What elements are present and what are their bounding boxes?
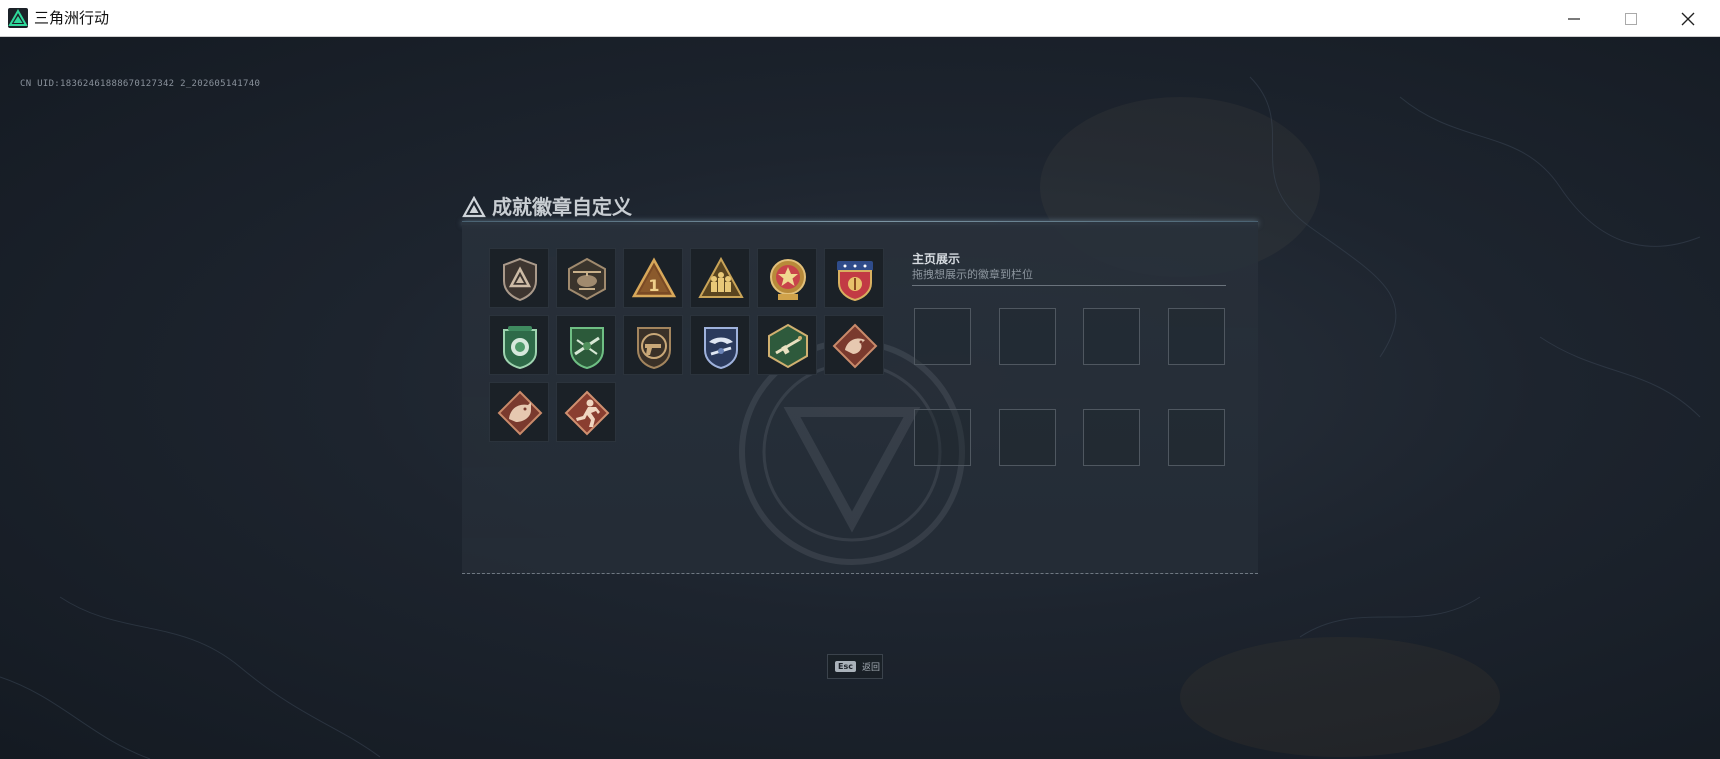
delta-force-logo-icon — [8, 8, 28, 28]
showcase-slot[interactable] — [1168, 308, 1225, 365]
dialog-header: 成就徽章自定义 — [462, 193, 632, 221]
close-icon — [1681, 12, 1695, 25]
badge-slot[interactable] — [824, 248, 884, 308]
showcase-slot[interactable] — [914, 308, 971, 365]
badge-slot[interactable] — [824, 315, 884, 375]
showcase-slot[interactable] — [999, 409, 1056, 466]
green-rifle-badge-icon — [570, 327, 604, 370]
squad-triangle-badge-icon — [698, 256, 744, 298]
showcase-divider — [912, 285, 1226, 286]
dialog-title: 成就徽章自定义 — [492, 195, 632, 219]
showcase-slot[interactable] — [1083, 308, 1140, 365]
window-titlebar: 三角洲行动 — [0, 0, 1720, 37]
star-medal-badge-icon — [770, 259, 806, 300]
bronze-pistol-badge-icon — [637, 327, 671, 370]
badge-slot[interactable] — [489, 315, 549, 375]
shield-delta-badge-icon — [503, 257, 537, 302]
rank-one-triangle-badge-icon: 1 — [631, 257, 677, 298]
showcase-hint: 拖拽想展示的徽章到栏位 — [912, 268, 1033, 281]
svg-text:1: 1 — [648, 276, 659, 295]
showcase-slot[interactable] — [1083, 409, 1140, 466]
badge-customize-panel: 1 主页展示 拖拽想展示的徽章到栏位 — [462, 222, 1258, 574]
window-title: 三角洲行动 — [34, 9, 110, 27]
maximize-icon — [1625, 12, 1637, 25]
close-button[interactable] — [1660, 0, 1716, 37]
showcase-slot[interactable] — [914, 409, 971, 466]
minimize-button[interactable] — [1546, 0, 1602, 37]
badge-slot[interactable] — [623, 315, 683, 375]
showcase-slot[interactable] — [1168, 409, 1225, 466]
esc-key-label: Esc — [835, 661, 856, 672]
player-uid: CN UID:18362461888670127342 2_2026051417… — [20, 79, 261, 89]
badge-slot[interactable] — [489, 248, 549, 308]
maximize-button[interactable] — [1603, 0, 1659, 37]
esc-return-button[interactable]: Esc 返回 — [827, 654, 883, 679]
minimize-icon — [1568, 17, 1580, 20]
badge-slot[interactable] — [690, 315, 750, 375]
badge-slot[interactable] — [556, 382, 616, 442]
badge-slot[interactable] — [757, 248, 817, 308]
badge-slot[interactable]: 1 — [623, 248, 683, 308]
delta-triangle-icon — [462, 196, 486, 218]
showcase-title: 主页展示 — [912, 252, 961, 266]
red-dragon-badge-icon — [832, 323, 878, 369]
helicopter-badge-icon — [568, 257, 606, 301]
badge-slot[interactable] — [556, 248, 616, 308]
showcase-slot[interactable] — [999, 308, 1056, 365]
blue-eagle-badge-icon — [704, 327, 738, 370]
green-lion-badge-icon — [503, 326, 537, 370]
red-runner-badge-icon — [564, 390, 610, 436]
badge-slot[interactable] — [489, 382, 549, 442]
badge-slot[interactable] — [757, 315, 817, 375]
red-wolf-badge-icon — [497, 390, 543, 436]
green-hex-rifle-badge-icon — [768, 323, 808, 369]
return-label: 返回 — [861, 663, 880, 673]
badge-slot[interactable] — [556, 315, 616, 375]
blue-ribbon-badge-icon — [837, 261, 873, 302]
badge-slot[interactable] — [690, 248, 750, 308]
